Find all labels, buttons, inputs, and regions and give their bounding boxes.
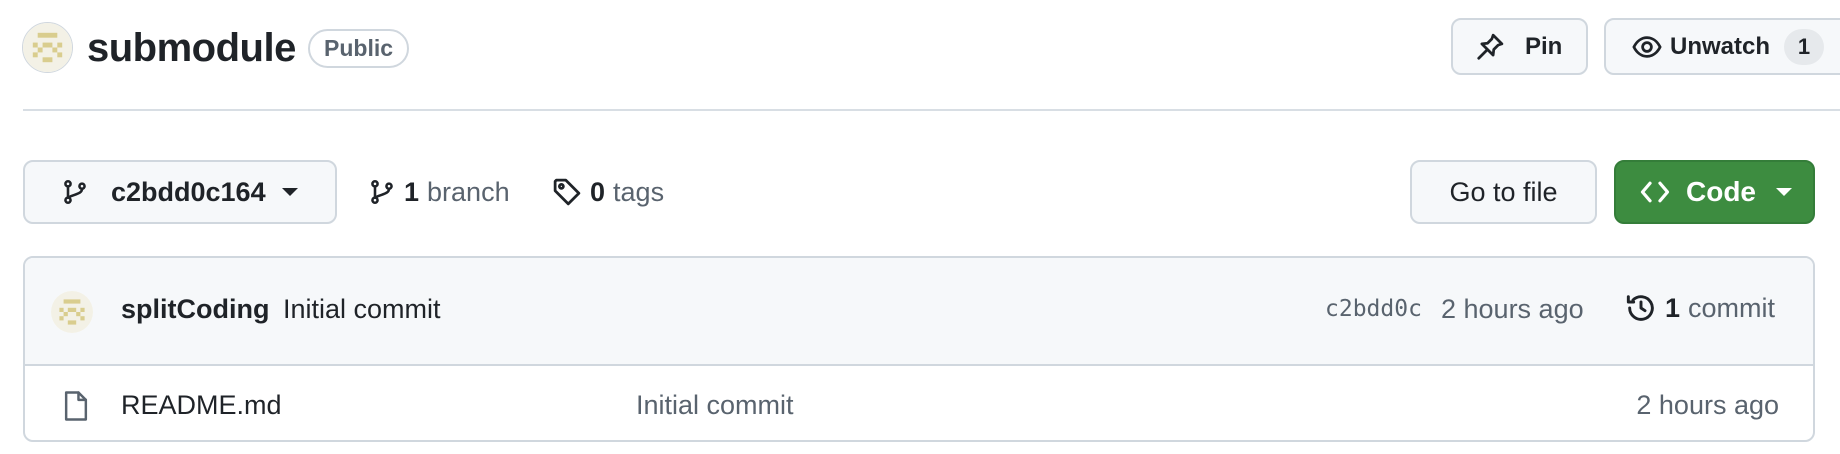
visibility-badge: Public xyxy=(308,29,410,68)
commit-count: 1 xyxy=(1665,292,1681,323)
unwatch-label: Unwatch xyxy=(1670,32,1771,60)
git-branch-icon xyxy=(368,177,396,207)
commit-count-label: commit xyxy=(1688,292,1776,323)
chevron-down-icon xyxy=(1776,188,1792,196)
commit-hash-link[interactable]: c2bdd0c xyxy=(1325,296,1422,322)
chevron-down-icon xyxy=(281,188,298,196)
code-label: Code xyxy=(1686,176,1756,207)
pin-icon xyxy=(1475,32,1505,62)
tags-link[interactable]: 0 tags xyxy=(552,172,664,212)
tag-label: tags xyxy=(613,176,665,207)
unwatch-button[interactable]: Unwatch 1 xyxy=(1604,18,1840,75)
eye-icon xyxy=(1632,32,1662,62)
repo-header: submodule Public Pin Unwatch 1 xyxy=(0,0,1840,112)
code-icon xyxy=(1640,177,1670,207)
branch-name: c2bdd0c164 xyxy=(111,176,266,207)
owner-avatar[interactable] xyxy=(22,22,73,73)
commit-time: 2 hours ago xyxy=(1441,294,1584,324)
latest-commit-bar: splitCoding Initial commit c2bdd0c 2 hou… xyxy=(25,258,1813,366)
identicon-avatar xyxy=(51,291,93,333)
file-browser: splitCoding Initial commit c2bdd0c 2 hou… xyxy=(23,256,1815,442)
branch-label: branch xyxy=(427,176,510,207)
file-icon xyxy=(61,390,91,422)
identicon-avatar xyxy=(23,23,72,72)
pin-label: Pin xyxy=(1525,32,1563,60)
pin-button[interactable]: Pin xyxy=(1451,18,1588,75)
repo-name-link[interactable]: submodule xyxy=(87,22,296,74)
branch-count: 1 xyxy=(404,176,420,207)
branches-link[interactable]: 1 branch xyxy=(368,172,510,212)
commit-history-link[interactable]: 1 commit xyxy=(1625,288,1775,328)
header-divider xyxy=(23,109,1840,111)
branch-selector[interactable]: c2bdd0c164 xyxy=(23,160,337,224)
file-name-link[interactable]: README.md xyxy=(121,390,282,421)
tag-count: 0 xyxy=(590,176,606,207)
file-row[interactable]: README.md Initial commit 2 hours ago xyxy=(25,366,1813,440)
commit-message-link[interactable]: Initial commit xyxy=(283,294,441,325)
go-to-file-button[interactable]: Go to file xyxy=(1410,160,1597,224)
watch-count: 1 xyxy=(1784,28,1825,65)
git-branch-icon xyxy=(61,177,89,207)
history-icon xyxy=(1625,292,1657,324)
commit-author-link[interactable]: splitCoding xyxy=(121,294,269,325)
tag-icon xyxy=(552,177,582,207)
file-commit-message-link[interactable]: Initial commit xyxy=(636,390,794,421)
file-commit-time: 2 hours ago xyxy=(1636,390,1779,420)
code-button[interactable]: Code xyxy=(1614,160,1815,224)
commit-author-avatar[interactable] xyxy=(51,291,93,333)
